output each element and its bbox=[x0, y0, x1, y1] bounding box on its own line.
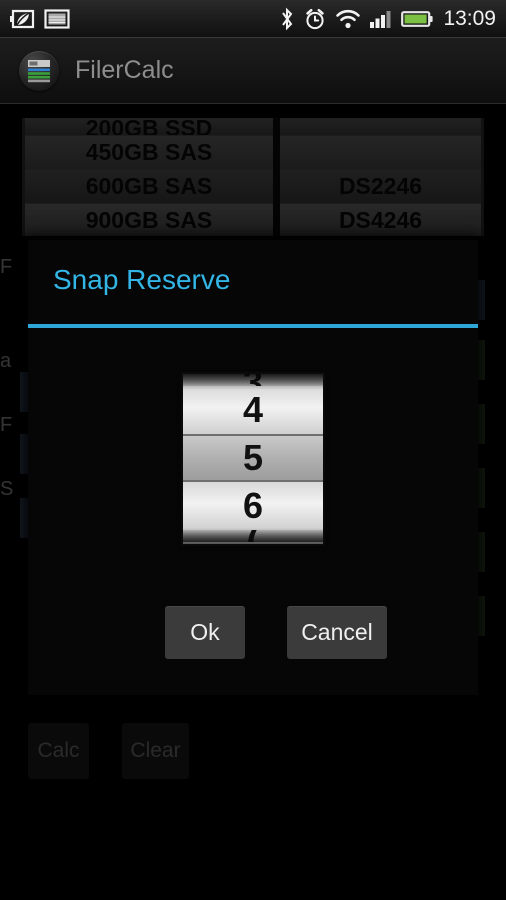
ok-button[interactable]: Ok bbox=[165, 606, 245, 659]
page-title: FilerCalc bbox=[75, 56, 174, 84]
status-bar-right-icons: 13:09 bbox=[279, 7, 506, 31]
number-picker-partial-below-value: 7 bbox=[243, 530, 263, 542]
ok-button-label: Ok bbox=[190, 619, 220, 645]
number-picker-partial-below[interactable]: 7 bbox=[183, 530, 323, 542]
number-picker-value-below-text: 6 bbox=[242, 485, 264, 526]
number-picker-partial-above-value: 3 bbox=[243, 374, 263, 386]
cancel-button-label: Cancel bbox=[301, 619, 373, 645]
number-picker-value-above[interactable]: 4 bbox=[183, 386, 323, 434]
dialog-title-divider bbox=[28, 324, 478, 328]
battery-icon bbox=[401, 10, 434, 27]
wifi-icon bbox=[336, 9, 361, 28]
cancel-button[interactable]: Cancel bbox=[287, 606, 387, 659]
snap-reserve-number-picker[interactable]: 3 4 5 6 7 bbox=[183, 374, 323, 544]
eco-leaf-icon bbox=[10, 9, 35, 28]
bluetooth-icon bbox=[282, 7, 293, 30]
phone-screen: 200GB SSD 450GB SAS 600GB SAS 900GB SAS … bbox=[0, 0, 506, 900]
number-picker-selected-value[interactable]: 5 bbox=[183, 434, 323, 482]
number-picker-value-above-text: 4 bbox=[242, 389, 264, 430]
alarm-clock-icon bbox=[306, 8, 325, 29]
status-bar: 13:09 bbox=[0, 0, 506, 38]
filercalc-app-icon[interactable] bbox=[19, 50, 59, 91]
server-rack-glyph-icon bbox=[28, 59, 50, 82]
action-bar: FilerCalc bbox=[0, 38, 506, 104]
number-picker-value-below[interactable]: 6 bbox=[183, 482, 323, 530]
status-bar-clock: 13:09 bbox=[443, 6, 496, 30]
snap-reserve-dialog: Snap Reserve 3 4 5 6 7 Ok Cancel bbox=[28, 240, 478, 695]
status-bar-left-icons bbox=[0, 8, 70, 30]
dialog-title: Snap Reserve bbox=[53, 264, 231, 295]
number-picker-selected-text: 5 bbox=[242, 437, 264, 478]
cellular-signal-icon bbox=[370, 10, 391, 28]
screenshot-icon bbox=[44, 8, 70, 29]
number-picker-partial-above[interactable]: 3 bbox=[183, 374, 323, 386]
